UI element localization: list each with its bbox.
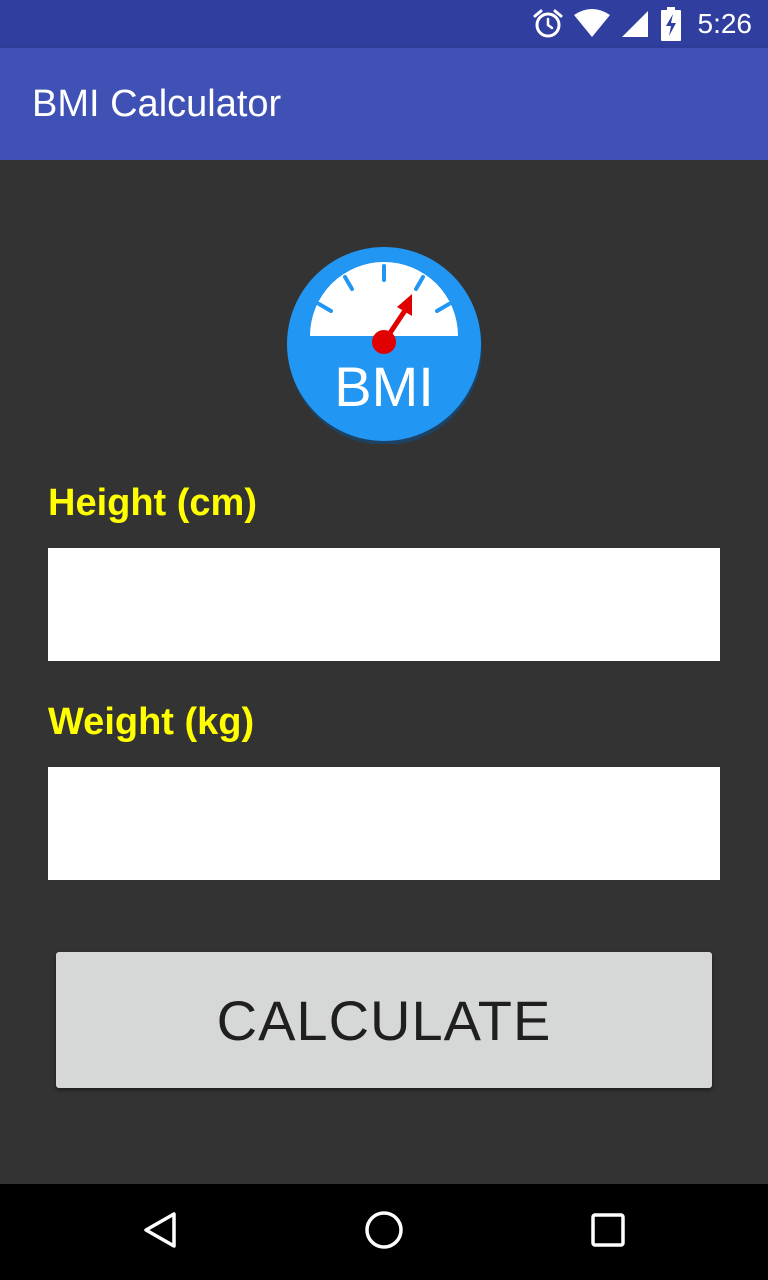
bmi-gauge-icon: BMI [284, 244, 484, 445]
status-time: 5:26 [697, 8, 753, 39]
back-button[interactable] [112, 1184, 208, 1280]
wifi-icon [573, 9, 610, 39]
recent-apps-icon [588, 1210, 628, 1255]
app-title: BMI Calculator [32, 83, 282, 125]
status-icons: 5:26 [532, 0, 753, 48]
battery-charging-icon [660, 7, 682, 41]
weight-input[interactable] [48, 767, 720, 880]
signal-icon [620, 9, 650, 39]
status-bar: 5:26 [0, 0, 768, 48]
height-label: Height (cm) [48, 482, 257, 524]
app-bar: BMI Calculator [0, 48, 768, 160]
home-icon [364, 1210, 404, 1255]
back-icon [140, 1210, 180, 1255]
alarm-icon [532, 8, 564, 40]
navigation-bar [0, 1184, 768, 1280]
recent-apps-button[interactable] [560, 1184, 656, 1280]
main-content: BMI Height (cm) Weight (kg) CALCULATE [0, 160, 768, 1184]
weight-label: Weight (kg) [48, 701, 255, 743]
logo-text: BMI [334, 355, 434, 418]
calculate-button[interactable]: CALCULATE [56, 952, 712, 1088]
home-button[interactable] [336, 1184, 432, 1280]
height-input[interactable] [48, 548, 720, 661]
